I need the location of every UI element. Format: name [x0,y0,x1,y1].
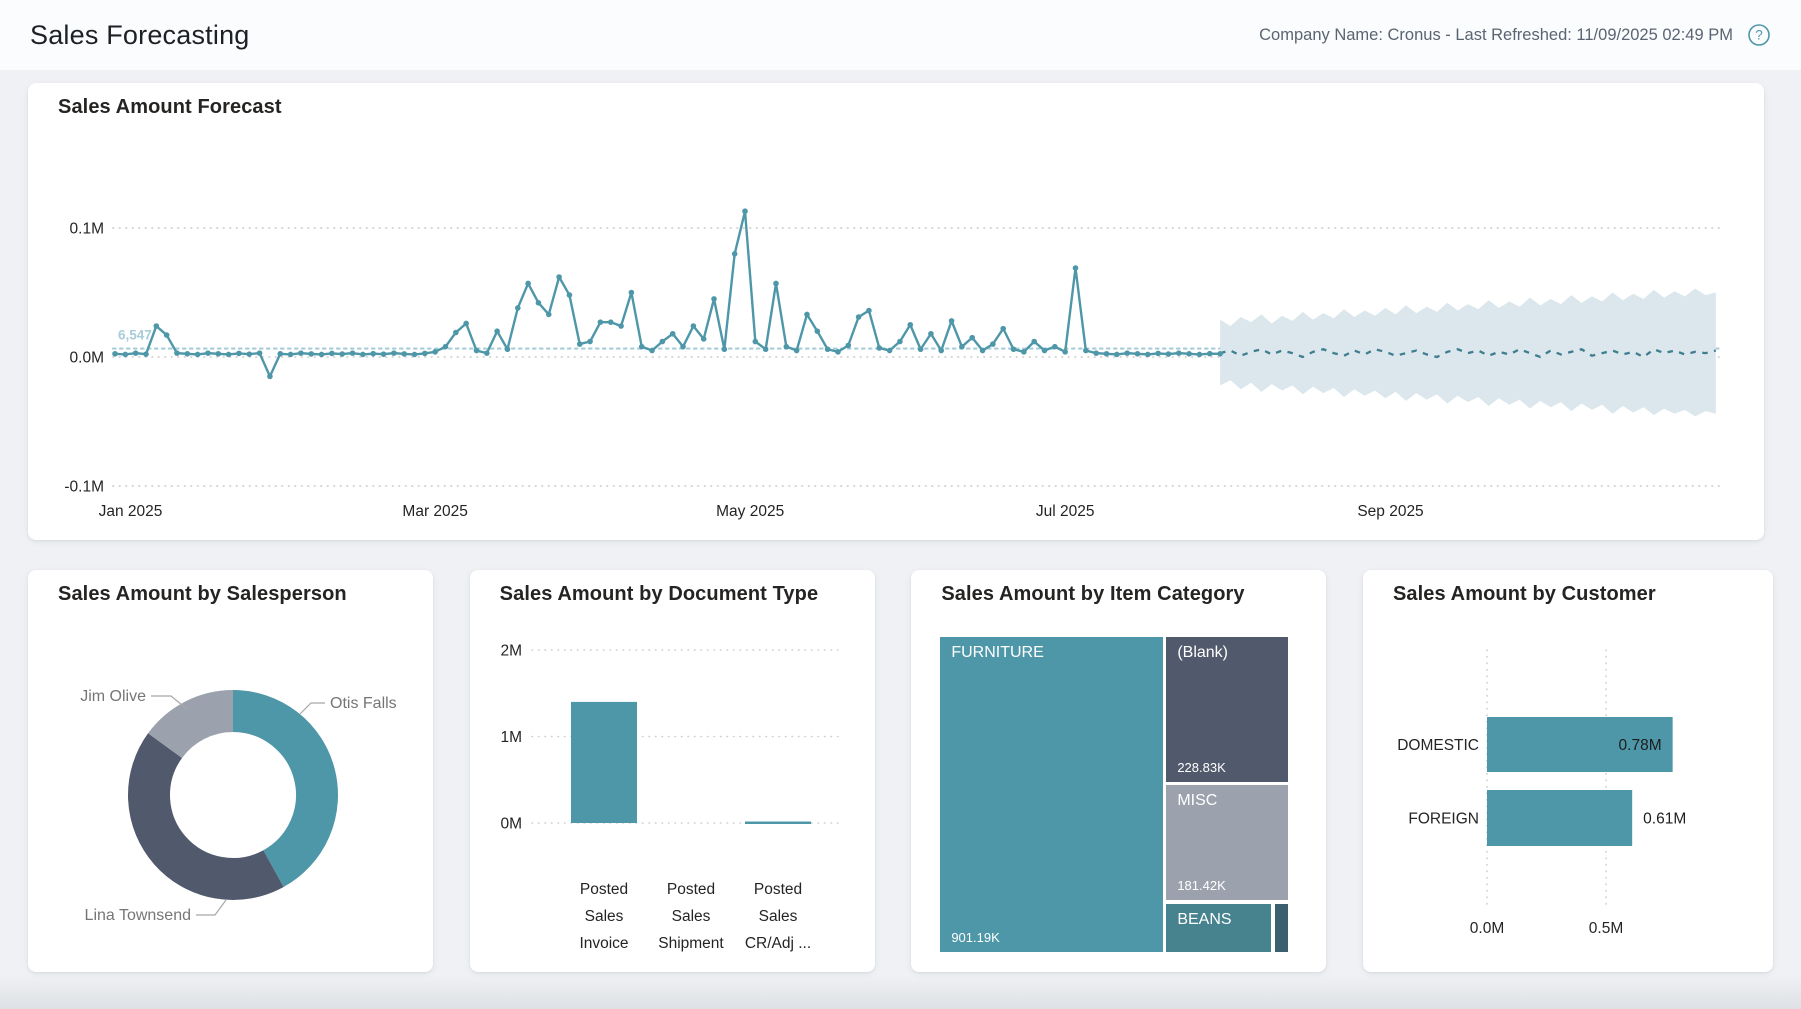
svg-text:0.78M: 0.78M [1619,737,1662,754]
svg-text:Sep 2025: Sep 2025 [1357,503,1423,520]
svg-text:?: ? [1755,28,1763,43]
customer-card: Sales Amount by Customer 0.0M0.5MDOMESTI… [1363,570,1773,972]
svg-text:May 2025: May 2025 [716,503,784,520]
document-type-card: Sales Amount by Document Type 2M1M0MPost… [470,570,875,972]
svg-text:0.1M: 0.1M [70,221,104,238]
svg-text:0.0M: 0.0M [70,350,104,367]
svg-text:0.0M: 0.0M [1470,920,1504,937]
forecast-line-chart[interactable]: 0.1M 0.0M -0.1M Jan 2025 Mar 2025 May 2025 Jul… [28,83,1764,540]
svg-text:1M: 1M [500,729,522,746]
svg-text:PostedSalesShipment: PostedSalesShipment [658,881,724,952]
treemap-node-beans[interactable]: BEANS [1166,904,1271,952]
forecast-card: Sales Amount Forecast 0.1M0.0M-0.1MJan 2… [28,83,1764,540]
treemap-node-furniture[interactable]: FURNITURE901.19K [940,637,1163,952]
treemap-node[interactable] [1275,904,1288,952]
svg-text:Jul 2025: Jul 2025 [1036,503,1095,520]
svg-text:Mar 2025: Mar 2025 [402,503,467,520]
page-title: Sales Forecasting [30,20,250,51]
item-category-chart-title: Sales Amount by Item Category [941,583,1244,606]
app-header: Sales Forecasting Company Name: Cronus -… [0,0,1801,70]
svg-text:Jim Olive: Jim Olive [80,688,146,705]
svg-text:PostedSalesInvoice: PostedSalesInvoice [579,881,628,952]
treemap-node-misc[interactable]: MISC181.42K [1166,785,1288,900]
svg-text:Otis Falls: Otis Falls [330,695,397,712]
treemap-node-blank[interactable]: (Blank)228.83K [1166,637,1288,782]
svg-text:2M: 2M [500,643,522,660]
svg-text:-0.1M: -0.1M [64,479,104,496]
header-right: Company Name: Cronus - Last Refreshed: 1… [1259,23,1771,47]
customer-bar-chart[interactable]: 0.0M 0.5M DOMESTIC 0.78M FOREIGN 0.61M [1363,570,1773,972]
svg-text:0M: 0M [500,816,522,833]
svg-text:Lina Townsend: Lina Townsend [85,907,191,924]
svg-text:6,547: 6,547 [118,328,152,343]
salesperson-card: Sales Amount by Salesperson Jim OliveOti… [28,570,433,972]
svg-text:PostedSalesCR/Adj ...: PostedSalesCR/Adj ... [744,881,810,952]
svg-text:Jan 2025: Jan 2025 [99,503,163,520]
svg-text:0.61M: 0.61M [1643,811,1686,828]
item-category-treemap[interactable]: FURNITURE901.19K(Blank)228.83KMISC181.42… [940,637,1288,952]
last-refreshed-text: Company Name: Cronus - Last Refreshed: 1… [1259,26,1733,45]
document-type-bar-chart[interactable]: 2M 1M 0M PostedSalesInvoice PostedSalesShipm… [470,570,875,972]
kpi-cards-row: Sales Amount by Salesperson Jim OliveOti… [28,570,1773,972]
salesperson-donut-chart[interactable]: Jim Olive Otis Falls Lina Townsend [28,570,433,972]
svg-text:FOREIGN: FOREIGN [1408,811,1479,828]
item-category-card: Sales Amount by Item Category FURNITURE9… [911,570,1326,972]
svg-text:0.5M: 0.5M [1589,920,1623,937]
help-icon[interactable]: ? [1747,23,1771,47]
svg-text:DOMESTIC: DOMESTIC [1397,737,1479,754]
